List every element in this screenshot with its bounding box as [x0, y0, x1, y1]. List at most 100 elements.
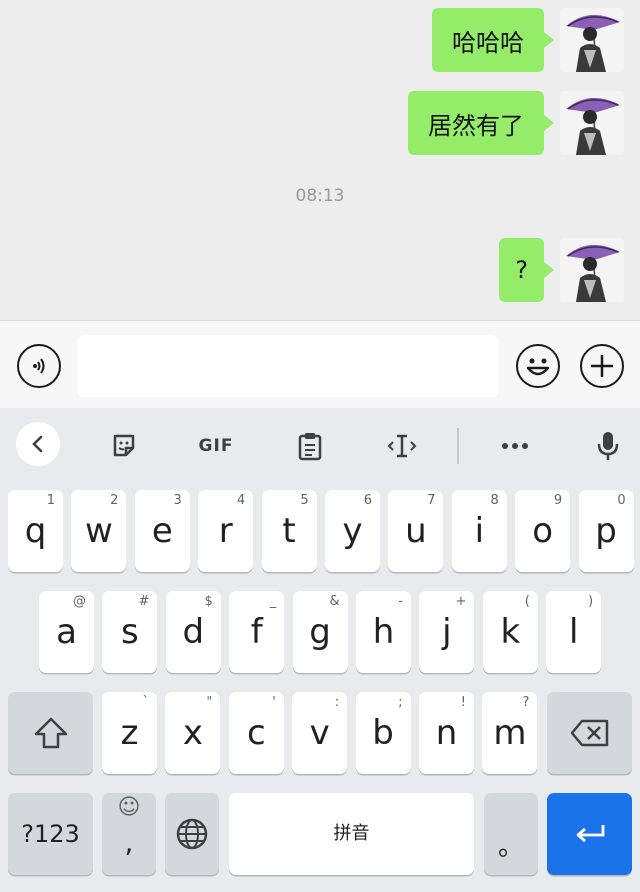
key-j[interactable]: + j	[419, 591, 475, 673]
key-f[interactable]: _ f	[229, 591, 285, 673]
key-label: n	[435, 713, 458, 753]
message-bubble[interactable]: 哈哈哈	[432, 8, 554, 72]
key-q[interactable]: 1q	[8, 490, 63, 572]
key-a[interactable]: @ a	[39, 591, 94, 673]
symbols-key[interactable]: ?123	[8, 793, 93, 875]
key-hint: '	[272, 695, 276, 710]
key-hint: #	[138, 594, 150, 609]
key-hint: 3	[173, 493, 182, 508]
key-hint: &	[329, 594, 340, 609]
message-row: 居然有了	[408, 91, 640, 155]
shift-key[interactable]	[8, 692, 93, 774]
key-hint: -	[398, 594, 403, 609]
period-key[interactable]: 。	[484, 793, 538, 875]
enter-arrow-icon	[576, 825, 604, 843]
key-u[interactable]: 7u	[388, 490, 444, 572]
key-label: g	[309, 612, 331, 652]
key-m[interactable]: ? m	[482, 692, 538, 774]
message-text: 哈哈哈	[452, 28, 524, 57]
key-g[interactable]: & g	[292, 591, 348, 673]
plus-icon	[591, 355, 613, 377]
key-label: m	[493, 713, 527, 753]
message-row: 哈哈哈	[432, 8, 640, 72]
key-v[interactable]: :v	[292, 692, 348, 774]
key-k[interactable]: (k	[482, 591, 538, 673]
key-label: x	[182, 713, 203, 753]
key-t[interactable]: 5t	[261, 490, 317, 572]
key-hint: !	[460, 695, 466, 710]
message-input[interactable]	[78, 335, 498, 397]
avatar[interactable]	[560, 238, 624, 302]
message-row: ?	[499, 238, 640, 302]
key-hint: 8	[490, 493, 499, 508]
key-hint: ;	[398, 695, 403, 710]
key-label: f	[250, 612, 263, 652]
gif-label: GIF	[198, 436, 234, 456]
key-x[interactable]: " x	[165, 692, 221, 774]
key-r[interactable]: 4r	[198, 490, 254, 572]
message-bubble[interactable]: ?	[499, 238, 554, 302]
language-key[interactable]	[165, 793, 219, 875]
key-hint: 0	[617, 493, 626, 508]
key-label: u	[405, 511, 427, 551]
key-hint: 6	[363, 493, 372, 508]
voice-icon	[33, 358, 45, 374]
toolbar-divider	[457, 428, 459, 464]
avatar[interactable]	[560, 91, 624, 155]
voice-input-button[interactable]	[17, 344, 61, 388]
key-e[interactable]: 3e	[134, 490, 190, 572]
more-actions-button[interactable]	[580, 344, 624, 388]
text-cursor-button[interactable]	[384, 426, 420, 466]
key-p[interactable]: 0p	[578, 490, 634, 572]
key-label: t	[282, 511, 296, 551]
key-l[interactable]: ) l	[546, 591, 602, 673]
key-label: o	[532, 511, 554, 551]
key-o[interactable]: 9o	[515, 490, 571, 572]
backspace-icon	[570, 719, 608, 747]
key-z[interactable]: ` z	[102, 692, 157, 774]
clipboard-button[interactable]	[292, 426, 328, 466]
comma-key[interactable]: , ☺	[102, 793, 156, 875]
key-h[interactable]: -h	[356, 591, 411, 673]
voice-typing-button[interactable]	[592, 426, 624, 466]
key-b[interactable]: ; b	[355, 692, 411, 774]
key-c[interactable]: ' c	[228, 692, 284, 774]
key-s[interactable]: # s	[102, 591, 158, 673]
gif-button[interactable]: GIF	[194, 426, 238, 466]
key-label: c	[246, 713, 266, 753]
key-label: y	[342, 511, 363, 551]
key-label: r	[218, 511, 233, 551]
key-hint: )	[588, 594, 594, 609]
key-n[interactable]: ! n	[419, 692, 474, 774]
key-hint: 5	[300, 493, 309, 508]
key-y[interactable]: 6y	[325, 490, 380, 572]
message-text: 居然有了	[428, 111, 524, 140]
symbols-key-label: ?123	[21, 820, 80, 848]
sticker-button[interactable]	[106, 426, 142, 466]
enter-key[interactable]	[547, 793, 632, 875]
key-label: w	[84, 511, 113, 551]
key-hint: 4	[236, 493, 246, 508]
key-label: h	[372, 612, 395, 652]
microphone-icon	[597, 432, 619, 460]
backspace-key[interactable]	[547, 692, 632, 774]
key-hint: :	[334, 695, 340, 710]
avatar[interactable]	[560, 8, 624, 72]
key-d[interactable]: $ d	[165, 591, 221, 673]
collapse-toolbar-button[interactable]	[16, 422, 60, 466]
space-key[interactable]: 拼音	[229, 793, 474, 875]
key-hint: _	[269, 594, 277, 609]
key-hint: @	[73, 594, 86, 609]
message-timestamp: 08:13	[295, 186, 345, 206]
keyboard-toolbar: GIF	[0, 408, 640, 484]
message-input-bar	[0, 320, 640, 408]
key-label: p	[595, 511, 617, 551]
key-w[interactable]: 2w	[71, 490, 127, 572]
key-i[interactable]: 8i	[451, 490, 507, 572]
period-key-label: 。	[497, 832, 524, 862]
message-bubble[interactable]: 居然有了	[408, 91, 554, 155]
more-options-button[interactable]	[497, 426, 533, 466]
emoji-button[interactable]	[516, 344, 560, 388]
more-dots-icon	[502, 443, 528, 449]
key-label: k	[500, 612, 521, 652]
